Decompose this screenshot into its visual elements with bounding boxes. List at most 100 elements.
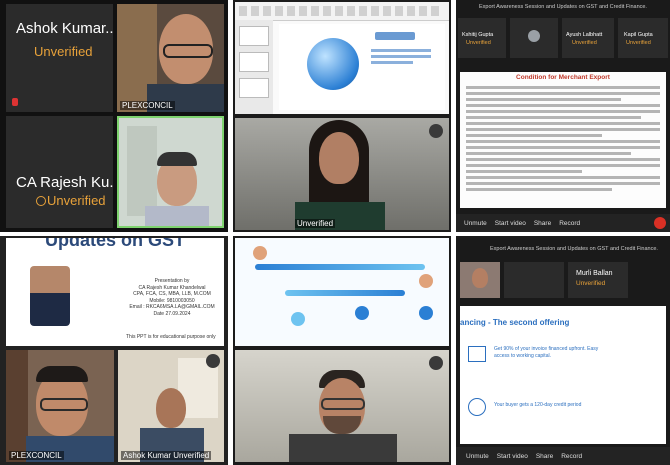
- record-button[interactable]: Record: [561, 453, 582, 460]
- document-heading: Condition for Merchant Export: [516, 74, 610, 81]
- slide-canvas: [279, 24, 445, 110]
- record-button[interactable]: Record: [559, 220, 580, 227]
- participant-name: Kshitij Gupta: [462, 32, 494, 38]
- video-grid-bottom-left: Updates on GST Presentation by CA Rajesh…: [0, 236, 228, 465]
- unmute-button[interactable]: Unmute: [464, 220, 487, 227]
- participant-tile-active-speaker[interactable]: [117, 116, 224, 228]
- supplier-icon: [253, 246, 267, 260]
- brand-logo: [375, 32, 415, 40]
- meeting-toolbar: Unmute Start video Share Record: [456, 214, 670, 232]
- video-grid-bottom-middle: [233, 236, 451, 465]
- offer-text-1: Get 90% of your invoice financed upfront…: [494, 346, 599, 359]
- background-shelf: [6, 350, 28, 462]
- flow-arrow: [285, 290, 405, 296]
- slide-text: [371, 46, 431, 67]
- background-door: [127, 126, 157, 216]
- zoom-window-top-right: Export Awareness Session and Updates on …: [456, 0, 670, 232]
- glasses-shape: [40, 398, 88, 411]
- participant-tile[interactable]: Kapil Gupta Unverified: [618, 18, 668, 58]
- unverified-icon: [36, 196, 46, 206]
- presenter-quals: CPA, FCA, CS, MBA, LLB, M.COM: [133, 291, 211, 297]
- verification-status: Unverified: [576, 280, 606, 287]
- shared-screen-flowchart[interactable]: [235, 238, 449, 346]
- participant-tile-murli[interactable]: Murli Ballan Unverified: [568, 262, 628, 298]
- verification-status: Unverified: [47, 193, 106, 208]
- presenter-details: Presentation by CA Rajesh Kumar Khandelw…: [124, 278, 220, 317]
- slide-header: Updates on GST: [44, 238, 185, 250]
- offer-text-2: Your buyer gets a 120-day credit period: [494, 402, 582, 408]
- participant-name: CA Rajesh Ku...: [16, 174, 113, 191]
- hair-shape: [36, 366, 88, 382]
- meeting-toolbar: Unmute Start video Share Record: [456, 447, 670, 465]
- participant-tile-ashok[interactable]: Ashok Kumar Unverified: [118, 350, 224, 462]
- window-title: Export Awareness Session and Updates on …: [490, 246, 658, 252]
- participant-tile[interactable]: Ayush Lalbhatt Unverified: [562, 18, 614, 58]
- flow-arrow: [255, 264, 425, 270]
- bank-icon: [355, 306, 369, 320]
- participant-label: Ashok Kumar Unverified: [121, 451, 212, 460]
- glasses-shape: [321, 398, 365, 410]
- options-button[interactable]: [429, 356, 443, 370]
- participant-name: Ayush Lalbhatt: [566, 32, 603, 38]
- shirt-shape: [289, 434, 397, 462]
- shared-screen-ppt[interactable]: [235, 2, 449, 114]
- share-button[interactable]: Share: [536, 453, 553, 460]
- window-title: Export Awareness Session and Updates on …: [479, 4, 647, 10]
- video-grid-top-left: Ashok Kumar... Unverified PLEXCONCIL CA …: [0, 0, 228, 232]
- presenter-date: Date 27.09.2024: [153, 310, 191, 317]
- participant-tile-woman[interactable]: [460, 262, 500, 298]
- participant-tile[interactable]: [510, 18, 558, 58]
- options-button[interactable]: [429, 124, 443, 138]
- shirt-shape: [145, 206, 209, 226]
- options-button[interactable]: [206, 354, 220, 368]
- participant-label: Unverified: [295, 219, 336, 228]
- video-grid-top-middle: Unverified: [233, 0, 451, 232]
- participant-tile-ashok[interactable]: Ashok Kumar... Unverified: [6, 4, 113, 112]
- participant-tile-speaker-woman[interactable]: Unverified: [235, 118, 449, 230]
- participant-tile-man[interactable]: [235, 350, 449, 462]
- coin-icon: [291, 312, 305, 326]
- participant-name: Ashok Kumar...: [16, 20, 113, 37]
- participant-face: [472, 268, 488, 288]
- participant-name: Murli Ballan: [576, 270, 613, 277]
- verification-status: Unverified: [466, 40, 491, 46]
- participant-face: [156, 388, 186, 428]
- hair-shape: [157, 152, 197, 166]
- slide-thumbnails[interactable]: [235, 20, 273, 114]
- verification-status: Unverified: [626, 40, 651, 46]
- document-icon: [419, 306, 433, 320]
- participant-tile[interactable]: Kshitij Gupta Unverified: [458, 18, 506, 58]
- verification-status: Unverified: [34, 44, 93, 59]
- participant-name: Kapil Gupta: [624, 32, 653, 38]
- buyer-icon: [419, 274, 433, 288]
- globe-graphic: [307, 38, 359, 90]
- unmute-button[interactable]: Unmute: [466, 453, 489, 460]
- ppt-ribbon: [235, 2, 449, 21]
- shared-slide: ancing - The second offering Get 90% of …: [460, 306, 666, 444]
- participant-label: PLEXCONCIL: [120, 101, 175, 110]
- participant-label: PLEXCONCIL: [9, 451, 64, 460]
- presenter-photo: [30, 266, 70, 326]
- participant-face: [319, 132, 359, 184]
- end-call-button[interactable]: [654, 217, 666, 229]
- participant-strip: Kshitij Gupta Unverified Ayush Lalbhatt …: [458, 18, 668, 60]
- start-video-button[interactable]: Start video: [495, 220, 526, 227]
- zoom-window-bottom-right: Export Awareness Session and Updates on …: [456, 236, 670, 465]
- presenter-email: Email : RKCA6MSA.LA@GMAIL.COM: [129, 304, 215, 310]
- start-video-button[interactable]: Start video: [497, 453, 528, 460]
- participant-tile-plexconcil[interactable]: PLEXCONCIL: [6, 350, 114, 462]
- verification-status: Unverified: [572, 40, 597, 46]
- document-body: [460, 81, 666, 196]
- participant-tile-blank[interactable]: [504, 262, 564, 298]
- shared-document: Condition for Merchant Export: [460, 72, 666, 208]
- participant-tile-plexconcil[interactable]: PLEXCONCIL: [117, 4, 224, 112]
- offer-chart-icon: [468, 346, 486, 362]
- mic-muted-icon: [12, 98, 18, 106]
- shared-screen-slide[interactable]: Updates on GST Presentation by CA Rajesh…: [6, 238, 224, 346]
- offer-person-icon: [468, 398, 486, 416]
- glasses-shape: [163, 44, 213, 58]
- avatar: [528, 30, 540, 42]
- participant-tile-rajesh[interactable]: CA Rajesh Ku... Unverified: [6, 116, 113, 228]
- section-heading: ancing - The second offering: [460, 318, 570, 327]
- share-button[interactable]: Share: [534, 220, 551, 227]
